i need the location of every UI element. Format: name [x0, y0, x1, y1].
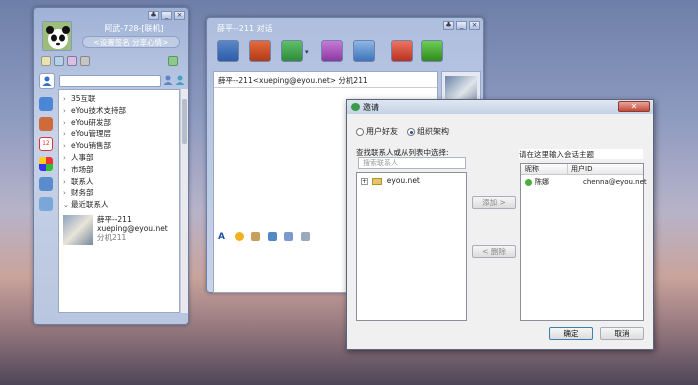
format-toolbar: A: [218, 232, 318, 244]
list-item[interactable]: 薛平--211 xueping@eyou.net 分机211: [59, 211, 179, 245]
minimize-button[interactable]: _: [456, 21, 467, 30]
audio-icon[interactable]: [321, 40, 343, 62]
close-button[interactable]: ×: [469, 21, 480, 30]
radio-friends[interactable]: 用户好友: [356, 126, 398, 137]
group-item[interactable]: › eYou管理层: [59, 128, 179, 140]
status-icon[interactable]: [168, 56, 178, 66]
shake-icon[interactable]: [300, 232, 310, 241]
add-button[interactable]: 添加 >: [472, 196, 516, 209]
table-row[interactable]: 陈娜 chenna@eyou.net: [523, 177, 647, 187]
tree-node[interactable]: + eyou.net: [361, 176, 420, 185]
group-item[interactable]: › eYou研发部: [59, 117, 179, 129]
close-button[interactable]: ×: [174, 11, 185, 20]
group-item[interactable]: › 人事部: [59, 152, 179, 164]
close-button[interactable]: ✕: [618, 101, 650, 112]
screenshot-icon[interactable]: [281, 40, 303, 62]
contact-window: ♣ _ × 阿武-728-[联机] <设置签名 分享心情> 12 › 35互联 …: [33, 7, 189, 325]
monitor-icon[interactable]: [39, 177, 53, 191]
signature-field[interactable]: <设置签名 分享心情>: [82, 36, 180, 48]
user-search-icon[interactable]: [163, 74, 173, 86]
history-icon[interactable]: [284, 232, 294, 241]
remove-button[interactable]: < 删除: [472, 245, 516, 258]
calendar-icon[interactable]: 12: [39, 137, 53, 151]
skin-icon[interactable]: ♣: [148, 11, 159, 20]
member-list-header: 昵称 用户ID: [521, 164, 643, 175]
ok-button[interactable]: 确定: [549, 327, 593, 340]
scrollbar-thumb[interactable]: [182, 99, 187, 144]
group-item[interactable]: › 市场部: [59, 164, 179, 176]
remote-assist-icon[interactable]: [391, 40, 413, 62]
chat-icon[interactable]: [54, 56, 64, 66]
people-icon[interactable]: [39, 97, 53, 111]
font-icon[interactable]: A: [218, 232, 227, 242]
storage-icon[interactable]: [39, 197, 53, 211]
app-icon[interactable]: [80, 56, 90, 66]
sidebar: 12: [37, 97, 55, 217]
group-item-recent[interactable]: ⌄ 最近联系人: [59, 199, 179, 211]
add-contact-icon[interactable]: [217, 40, 239, 62]
capture-icon[interactable]: [267, 232, 277, 241]
column-header[interactable]: 昵称: [525, 164, 539, 174]
file-transfer-icon[interactable]: [249, 40, 271, 62]
contact-search-input[interactable]: 搜索联系人: [358, 157, 466, 169]
folder-icon: [372, 177, 383, 185]
radio-selected-icon: [407, 127, 415, 136]
radio-org[interactable]: 组织架构: [407, 126, 449, 137]
add-user-icon[interactable]: [175, 74, 185, 86]
board-icon[interactable]: [39, 117, 53, 131]
org-tree[interactable]: + eyou.net: [356, 172, 467, 321]
cancel-button[interactable]: 取消: [600, 327, 644, 340]
settings-icon[interactable]: [421, 40, 443, 62]
contact-extension: 分机211: [97, 232, 127, 242]
mail-icon[interactable]: [41, 56, 51, 66]
column-header[interactable]: 用户ID: [567, 164, 592, 174]
contact-name: 薛平--211: [97, 214, 132, 224]
avatar[interactable]: [42, 21, 72, 51]
radio-icon: [356, 127, 364, 136]
topic-input[interactable]: 请在这里输入会话主题: [519, 149, 643, 159]
search-input[interactable]: [59, 75, 161, 87]
contact-avatar: [63, 214, 93, 245]
expand-icon[interactable]: +: [361, 177, 368, 185]
group-item[interactable]: › eYou销售部: [59, 140, 179, 152]
skin-icon[interactable]: ♣: [443, 21, 454, 30]
contact-email: xueping@eyou.net: [97, 223, 168, 233]
divider: [214, 87, 437, 88]
group-item[interactable]: › 财务部: [59, 187, 179, 199]
user-name: 阿武-728-[联机]: [104, 24, 164, 33]
calendar-icon[interactable]: [67, 56, 77, 66]
windows-icon[interactable]: [39, 157, 53, 171]
dialog-title: 邀请: [363, 103, 379, 112]
chevron-right-icon: ›: [63, 106, 66, 115]
contacts-tab-icon[interactable]: [39, 73, 55, 89]
video-icon[interactable]: [353, 40, 375, 62]
online-status-icon: [525, 178, 532, 186]
scrollbar[interactable]: [180, 89, 188, 313]
member-list: 昵称 用户ID 陈娜 chenna@eyou.net: [520, 163, 647, 321]
app-logo-icon: [351, 103, 360, 111]
panda-avatar-icon: [43, 22, 71, 50]
chat-title: 薛平--211 对话: [217, 24, 273, 33]
image-icon[interactable]: [251, 232, 261, 241]
group-item[interactable]: › eYou技术支持部: [59, 105, 179, 117]
group-item[interactable]: › 35互联: [59, 93, 179, 105]
chevron-right-icon: ›: [63, 165, 66, 174]
chevron-down-icon[interactable]: ▾: [305, 48, 309, 56]
chat-header: 薛平--211<xueping@eyou.net> 分机211: [218, 76, 368, 85]
minimize-button[interactable]: _: [161, 11, 172, 20]
invite-dialog: 邀请 ✕ 用户好友 组织架构 查找联系人或从列表中选择: 搜索联系人 + eyo…: [346, 99, 654, 350]
group-item[interactable]: › 联系人: [59, 176, 179, 188]
contact-list: › 35互联 › eYou技术支持部 › eYou研发部 › eYou管理层 › eYou…: [58, 89, 180, 313]
dialog-titlebar: 邀请 ✕: [347, 100, 653, 114]
emoji-icon[interactable]: [234, 232, 244, 241]
